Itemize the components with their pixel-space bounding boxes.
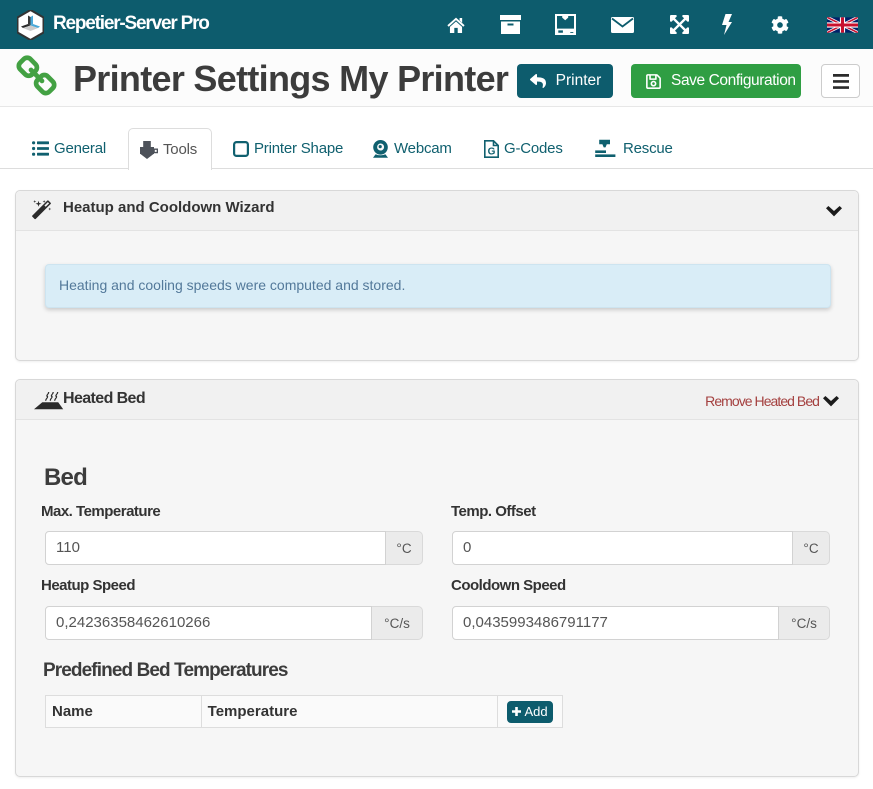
svg-text:G: G	[488, 146, 496, 157]
